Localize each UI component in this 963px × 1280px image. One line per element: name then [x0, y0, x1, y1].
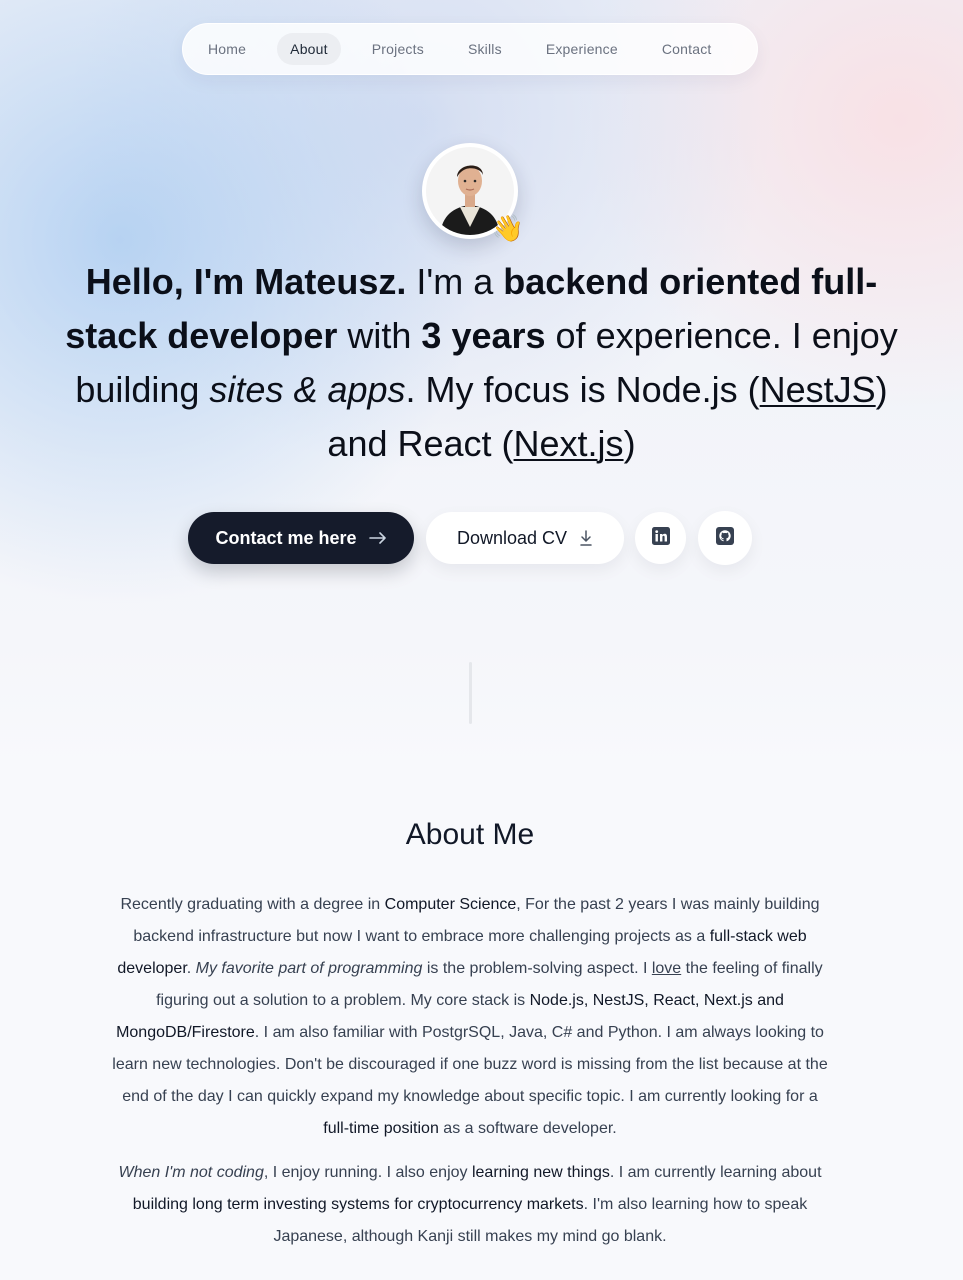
about-text: is the problem-solving aspect. I	[422, 960, 652, 977]
about-highlight: Computer Science	[384, 896, 517, 913]
hero-sites-apps: sites & apps	[209, 369, 406, 410]
about-paragraph-2: When I'm not coding, I enjoy running. I …	[108, 1157, 832, 1253]
nav-projects[interactable]: Projects	[359, 33, 437, 65]
hero-text: )	[623, 423, 636, 464]
hero-text: with	[337, 315, 422, 356]
download-cv-button[interactable]: Download CV	[426, 512, 624, 564]
hero-text: . My focus is Node.js (	[405, 369, 760, 410]
top-navigation: Home About Projects Skills Experience Co…	[182, 23, 758, 75]
download-cv-label: Download CV	[456, 527, 568, 548]
linkedin-button[interactable]	[635, 512, 686, 564]
profile-avatar: 👋	[422, 143, 524, 241]
hero-heading: Hello, I'm Mateusz. I'm a backend orient…	[60, 255, 903, 471]
nextjs-link[interactable]: Next.js	[514, 423, 624, 464]
nav-skills[interactable]: Skills	[455, 33, 515, 65]
about-section: Recently graduating with a degree in Com…	[108, 889, 832, 1265]
about-text: Recently graduating with a degree in	[120, 896, 385, 913]
about-text: as a software developer.	[438, 1120, 617, 1137]
nestjs-link[interactable]: NestJS	[760, 369, 876, 410]
github-button[interactable]	[698, 511, 752, 565]
github-icon	[716, 526, 734, 550]
about-italic: My favorite part of programming	[195, 960, 423, 977]
about-text: . I am currently learning about	[609, 1164, 822, 1181]
about-text: , I enjoy running. I also enjoy	[263, 1164, 472, 1181]
hero-years: 3 years	[421, 315, 546, 356]
linkedin-icon	[651, 526, 670, 550]
contact-me-button[interactable]: Contact me here	[188, 512, 414, 564]
section-divider	[469, 662, 472, 724]
arrow-right-icon	[368, 531, 387, 545]
about-highlight: learning new things	[471, 1164, 610, 1181]
waving-hand-icon: 👋	[491, 213, 524, 243]
hero-greeting: Hello, I'm Mateusz.	[85, 261, 407, 302]
contact-me-label: Contact me here	[215, 527, 357, 548]
about-highlight: building long term investing systems for…	[132, 1196, 584, 1213]
about-paragraph-1: Recently graduating with a degree in Com…	[108, 889, 832, 1145]
nav-about[interactable]: About	[277, 33, 341, 65]
about-italic: When I'm not coding	[118, 1164, 264, 1181]
nav-home[interactable]: Home	[195, 33, 259, 65]
about-highlight: full-time position	[323, 1120, 439, 1137]
hero-text: I'm a	[406, 261, 504, 302]
about-title: About Me	[405, 818, 535, 851]
about-text: .	[186, 960, 196, 977]
download-icon	[579, 530, 593, 546]
about-underline: love	[651, 960, 682, 977]
nav-experience[interactable]: Experience	[533, 33, 631, 65]
nav-contact[interactable]: Contact	[649, 33, 725, 65]
